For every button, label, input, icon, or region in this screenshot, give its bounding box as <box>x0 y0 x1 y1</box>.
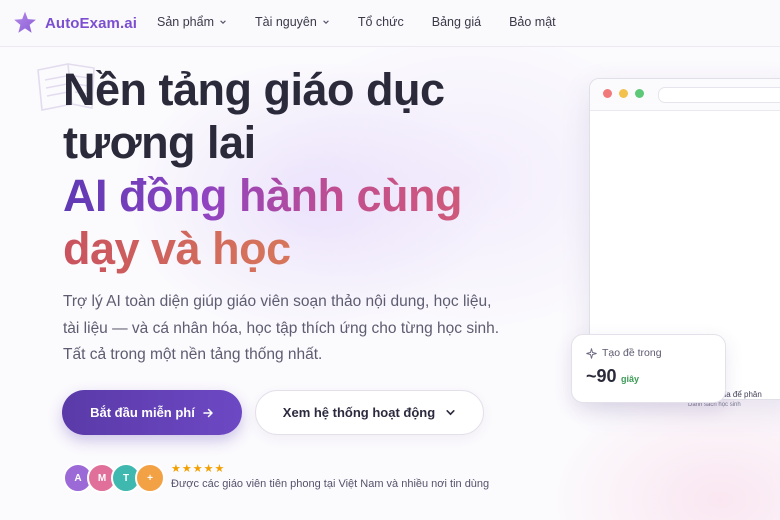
hero-title-line: Nền tảng giáo dục <box>63 64 445 115</box>
hero-title-highlight: AI đồng hành cùng <box>63 170 462 221</box>
star-rating: ★★★★★ <box>171 463 226 475</box>
stat-label-row: Tạo đề trong <box>586 347 662 359</box>
hero-title: Nền tảng giáo dục tương lai AI đồng hành… <box>63 63 462 275</box>
main-menu: Sản phẩm Tài nguyên Tổ chức Bảng giá Bảo… <box>157 15 584 29</box>
nav-item-label: Tài nguyên <box>254 15 317 29</box>
trust-text: Được các giáo viên tiên phong tại Việt N… <box>171 478 490 490</box>
brand-logo[interactable]: AutoExam.ai <box>12 10 137 36</box>
stat-value: ~90 <box>586 366 617 386</box>
nav-item-resources[interactable]: Tài nguyên <box>255 15 330 29</box>
avatar-group: A M T + <box>63 463 165 493</box>
nav-item-organization[interactable]: Tổ chức <box>358 15 404 29</box>
stat-label: Tạo đề trong <box>602 347 662 359</box>
brand-name: AutoExam.ai <box>45 14 137 32</box>
nav-item-label: Sản phẩm <box>157 15 214 29</box>
nav-item-label: Bảo mật <box>509 15 556 29</box>
address-bar <box>658 87 780 103</box>
chevron-down-icon <box>220 20 226 24</box>
top-navbar: AutoExam.ai Sản phẩm Tài nguyên Tổ chức … <box>0 0 780 47</box>
window-minimize-dot <box>619 89 628 98</box>
window-maximize-dot <box>635 89 644 98</box>
generation-time-card: Tạo đề trong ~90 giây <box>571 334 726 403</box>
window-close-dot <box>603 89 612 98</box>
sparkle-icon <box>586 347 597 359</box>
see-how-it-works-button[interactable]: Xem hệ thống hoạt động <box>255 390 484 435</box>
browser-toolbar <box>590 79 780 111</box>
avatar: + <box>135 463 165 493</box>
see-how-it-works-label: Xem hệ thống hoạt động <box>282 405 436 420</box>
nav-item-label: Tổ chức <box>357 15 404 29</box>
hero-subtitle: Trợ lý AI toàn diện giúp giáo viên soạn … <box>63 293 500 363</box>
nav-item-products[interactable]: Sản phẩm <box>157 15 227 29</box>
arrow-right-icon <box>203 408 213 417</box>
start-free-button[interactable]: Bắt đầu miễn phí <box>62 390 242 435</box>
nav-item-pricing[interactable]: Bảng giá <box>432 15 481 29</box>
hero-title-line: tương lai <box>63 117 256 168</box>
nav-item-security[interactable]: Bảo mật <box>509 15 556 29</box>
chevron-down-icon <box>446 410 455 416</box>
chevron-down-icon <box>323 20 329 24</box>
hero-title-highlight: dạy và học <box>63 222 462 275</box>
nav-item-label: Bảng giá <box>431 15 482 29</box>
stat-unit: giây <box>621 374 640 384</box>
sparkle-star-icon <box>14 11 36 33</box>
start-free-label: Bắt đầu miễn phí <box>90 405 195 420</box>
